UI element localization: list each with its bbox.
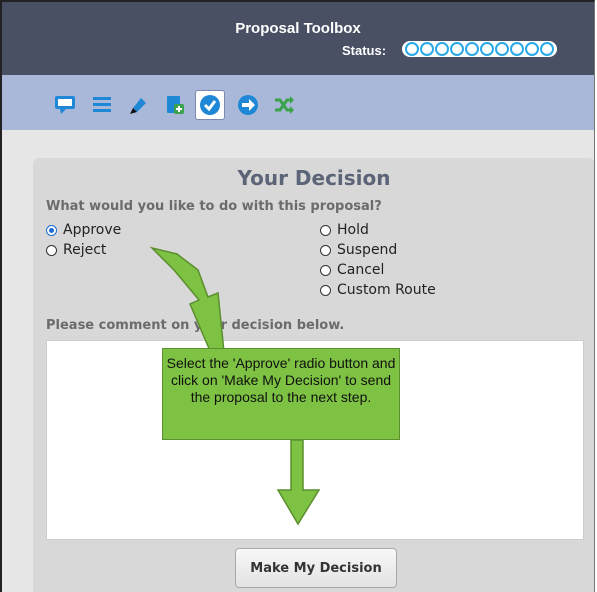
- radio-approve[interactable]: Approve: [46, 222, 121, 238]
- radio-approve-indicator[interactable]: [46, 224, 57, 236]
- checkmark-icon[interactable]: [195, 90, 225, 120]
- make-my-decision-button[interactable]: Make My Decision: [235, 548, 397, 588]
- status-step-dot: [495, 42, 509, 56]
- radio-hold-label: Hold: [337, 222, 369, 238]
- status-step-dot: [405, 42, 419, 56]
- status-step-dot: [465, 42, 479, 56]
- status-step-dot: [480, 42, 494, 56]
- status-step-dot: [435, 42, 449, 56]
- add-page-icon[interactable]: [162, 92, 188, 118]
- radio-custom-route[interactable]: Custom Route: [320, 282, 436, 298]
- status-step-dot: [450, 42, 464, 56]
- instruction-callout: Select the 'Approve' radio button and cl…: [162, 348, 400, 440]
- status-label: Status:: [342, 43, 387, 58]
- status-step-dot: [525, 42, 539, 56]
- next-arrow-icon[interactable]: [235, 92, 261, 118]
- radio-cancel-indicator[interactable]: [320, 264, 331, 276]
- status-step-dot: [510, 42, 524, 56]
- radio-reject-indicator[interactable]: [46, 244, 57, 256]
- radio-hold-indicator[interactable]: [320, 224, 331, 236]
- pen-icon[interactable]: [125, 92, 151, 118]
- toolbox-header: Proposal Toolbox Status:: [2, 2, 594, 75]
- status-step-dot: [540, 42, 554, 56]
- decision-question: What would you like to do with this prop…: [46, 199, 382, 214]
- radio-cancel-label: Cancel: [337, 262, 385, 278]
- status-step-dot: [420, 42, 434, 56]
- toolbox-title: Proposal Toolbox: [235, 20, 361, 37]
- radio-reject[interactable]: Reject: [46, 242, 106, 258]
- decision-title: Your Decision: [237, 166, 391, 190]
- radio-reject-label: Reject: [63, 242, 107, 258]
- radio-cancel[interactable]: Cancel: [320, 262, 384, 278]
- radio-hold[interactable]: Hold: [320, 222, 369, 238]
- radio-custom-route-label: Custom Route: [337, 282, 436, 298]
- comment-icon[interactable]: [52, 92, 78, 118]
- radio-suspend-label: Suspend: [337, 242, 398, 258]
- toolbar: [2, 75, 594, 131]
- comment-label: Please comment on your decision below.: [46, 318, 345, 333]
- status-progress: [402, 41, 557, 57]
- radio-approve-label: Approve: [63, 222, 122, 238]
- list-icon[interactable]: [89, 92, 115, 118]
- shuffle-icon[interactable]: [271, 92, 297, 118]
- radio-suspend-indicator[interactable]: [320, 244, 331, 256]
- proposal-toolbox-window: Proposal Toolbox Status: Your Decision W…: [0, 0, 595, 592]
- radio-suspend[interactable]: Suspend: [320, 242, 397, 258]
- radio-custom-route-indicator[interactable]: [320, 284, 331, 296]
